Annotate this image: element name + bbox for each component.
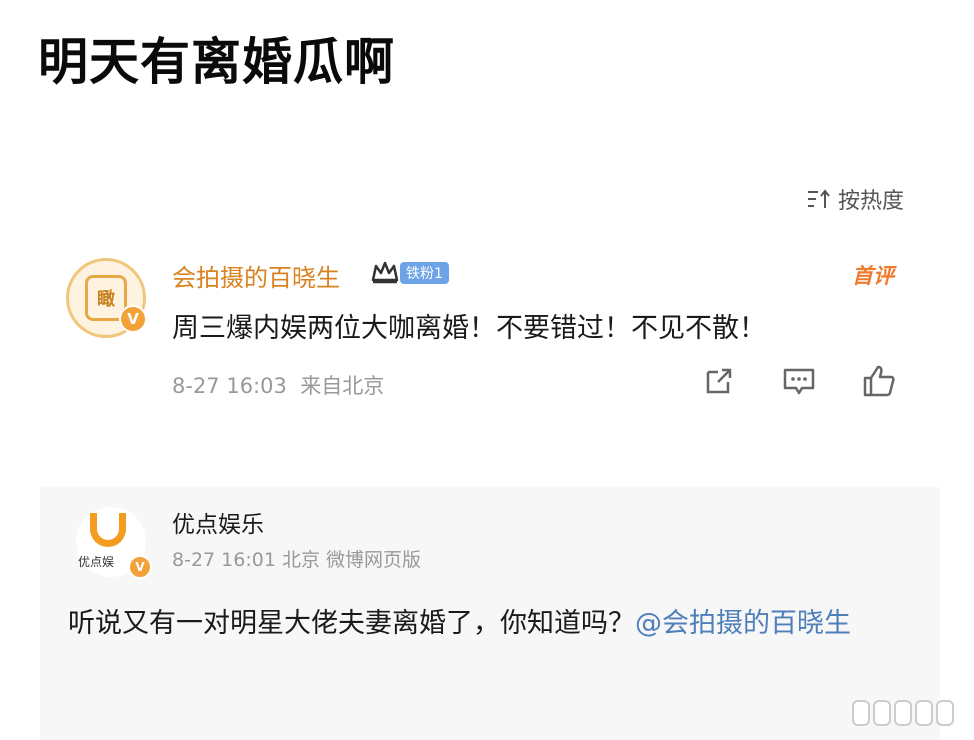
first-comment-badge: 首评 xyxy=(852,264,894,288)
watermark xyxy=(852,700,954,726)
avatar-brand-text: 优点娱 xyxy=(78,555,115,569)
post-time: 8-27 16:01 xyxy=(172,549,276,571)
mention-link[interactable]: @会拍摄的百晓生 xyxy=(635,608,851,639)
comment-location: 来自北京 xyxy=(300,374,385,398)
like-icon[interactable] xyxy=(860,364,898,398)
comment-username[interactable]: 会拍摄的百晓生 xyxy=(172,258,340,293)
post-body: 听说又有一对明星大佬夫妻离婚了，你知道吗？ xyxy=(68,608,635,639)
comment-icon[interactable] xyxy=(780,364,818,398)
sort-label: 按热度 xyxy=(838,189,905,214)
post-text: 听说又有一对明星大佬夫妻离婚了，你知道吗？@会拍摄的百晓生 xyxy=(68,595,918,652)
comment-item: 瞰 V 会拍摄的百晓生 铁粉1 首评 周三爆内娱两位大咖离婚！不要错过！不见不散… xyxy=(0,250,974,420)
comment-actions xyxy=(700,364,898,398)
crown-icon xyxy=(371,261,399,284)
verified-icon: V xyxy=(128,555,152,579)
comment-time: 8-27 16:03 xyxy=(172,374,287,398)
sort-by-heat-button[interactable]: 按热度 xyxy=(806,183,904,215)
share-icon[interactable] xyxy=(700,364,738,398)
fan-level-badge: 铁粉1 xyxy=(400,262,449,284)
post-source: 微博网页版 xyxy=(326,549,422,571)
verified-icon: V xyxy=(119,305,147,333)
comment-text: 周三爆内娱两位大咖离婚！不要错过！不见不散！ xyxy=(172,313,766,344)
post-location: 北京 xyxy=(281,549,320,571)
post-username[interactable]: 优点娱乐 xyxy=(172,505,264,539)
avatar[interactable]: 瞰 V xyxy=(66,258,147,338)
original-post-card[interactable]: 优点娱 V 优点娱乐 8-27 16:01 北京 微博网页版 听说又有一对明星大… xyxy=(40,487,940,740)
sort-icon xyxy=(808,189,830,208)
post-meta: 8-27 16:01 北京 微博网页版 xyxy=(172,545,421,572)
comment-meta: 8-27 16:03 来自北京 xyxy=(172,370,384,400)
avatar[interactable]: 优点娱 V xyxy=(76,507,152,579)
post-headline: 明天有离婚瓜啊 xyxy=(38,33,395,91)
brand-logo-icon xyxy=(90,513,126,547)
